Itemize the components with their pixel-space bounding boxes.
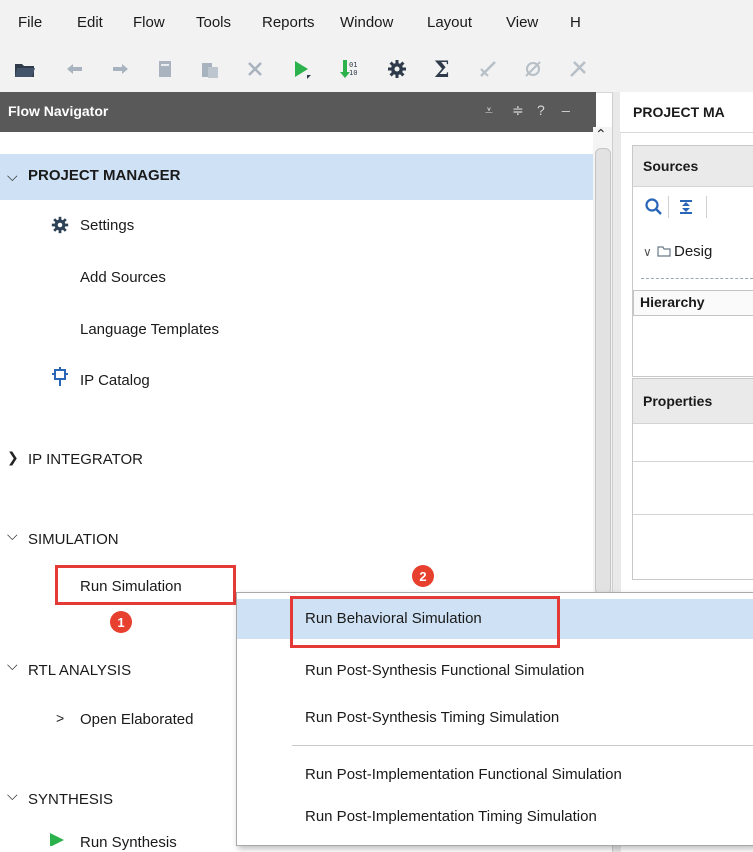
- settings-icon[interactable]: [382, 54, 412, 84]
- tree-item-design-sources[interactable]: Desig: [674, 243, 712, 260]
- open-folder-icon[interactable]: [10, 54, 40, 84]
- collapse-icon[interactable]: [678, 198, 694, 220]
- synthesis-label[interactable]: SYNTHESIS: [28, 791, 113, 808]
- program-icon[interactable]: 01 10: [333, 54, 363, 84]
- flow-navigator-header: Flow Navigator ⩡ ≑ ? _: [0, 92, 596, 132]
- nav-add-sources[interactable]: Add Sources: [80, 269, 166, 286]
- popup-item-post-synth-functional-label: Run Post-Synthesis Functional Simulation: [305, 662, 585, 679]
- callout-box-run-simulation: [55, 565, 236, 605]
- ip-integrator-label[interactable]: IP INTEGRATOR: [28, 451, 143, 468]
- expand-all-icon[interactable]: ≑: [512, 102, 524, 119]
- callout-badge-1: 1: [110, 611, 132, 633]
- properties-title: Properties: [643, 393, 713, 409]
- help-icon[interactable]: ?: [537, 102, 545, 118]
- chevron-right-icon-2[interactable]: >: [56, 710, 64, 726]
- toolbar-separator-2: [706, 196, 707, 218]
- scrollbar-thumb[interactable]: [595, 148, 611, 595]
- tab-hierarchy[interactable]: Hierarchy: [633, 290, 753, 316]
- ip-catalog-icon: [50, 366, 70, 392]
- nav-language-templates[interactable]: Language Templates: [80, 321, 219, 338]
- sources-panel: Sources ∨ Desig Hierarchy: [632, 145, 753, 377]
- popup-item-post-impl-timing[interactable]: Run Post-Implementation Timing Simulatio…: [237, 797, 753, 837]
- tree-expand-icon[interactable]: ∨: [643, 245, 652, 259]
- flow-navigator-title: Flow Navigator: [8, 103, 109, 119]
- toolbar-separator: [668, 196, 669, 218]
- properties-panel: Properties: [632, 378, 753, 580]
- menu-flow[interactable]: Flow: [133, 14, 165, 31]
- callout-box-run-behavioral: [290, 596, 560, 648]
- minimize-icon[interactable]: _: [562, 96, 570, 112]
- project-manager-title: PROJECT MA: [633, 104, 725, 120]
- menu-help[interactable]: H: [570, 14, 581, 31]
- folder-icon: [657, 244, 671, 261]
- chevron-down-icon-2[interactable]: ⌵: [7, 527, 18, 544]
- project-manager-label[interactable]: PROJECT MANAGER: [28, 167, 181, 184]
- run-synthesis-icon: [48, 832, 66, 850]
- simulation-label[interactable]: SIMULATION: [28, 531, 119, 548]
- menu-layout[interactable]: Layout: [427, 14, 472, 31]
- sum-icon[interactable]: Σ: [428, 54, 458, 84]
- popup-item-post-synth-timing[interactable]: Run Post-Synthesis Timing Simulation: [237, 698, 753, 738]
- chevron-down-icon[interactable]: ⌵: [7, 168, 18, 185]
- nav-ip-catalog[interactable]: IP Catalog: [80, 372, 150, 389]
- svg-text:Σ: Σ: [434, 58, 450, 80]
- run-icon[interactable]: [287, 54, 317, 84]
- disabled-tool-icon[interactable]: [473, 54, 503, 84]
- project-manager-header: PROJECT MA: [620, 92, 753, 133]
- menu-view[interactable]: View: [506, 14, 538, 31]
- popup-separator: [292, 745, 753, 746]
- chevron-down-icon-4[interactable]: ⌵: [7, 787, 18, 804]
- disabled-tool-icon-3[interactable]: [563, 54, 593, 84]
- menu-reports[interactable]: Reports: [262, 14, 315, 31]
- popup-item-post-synth-functional[interactable]: Run Post-Synthesis Functional Simulation: [237, 651, 753, 691]
- sources-title: Sources: [643, 158, 699, 174]
- properties-panel-header: Properties: [633, 379, 753, 424]
- popup-item-post-synth-timing-label: Run Post-Synthesis Timing Simulation: [305, 709, 560, 726]
- popup-item-post-impl-timing-label: Run Post-Implementation Timing Simulatio…: [305, 808, 597, 825]
- nav-settings[interactable]: Settings: [80, 217, 134, 234]
- tab-hierarchy-label: Hierarchy: [640, 294, 705, 310]
- popup-item-post-impl-functional-label: Run Post-Implementation Functional Simul…: [305, 766, 622, 783]
- tree-dashed-line: [641, 278, 753, 279]
- menu-file[interactable]: File: [18, 14, 42, 31]
- nav-run-synthesis[interactable]: Run Synthesis: [80, 834, 177, 851]
- rtl-analysis-label[interactable]: RTL ANALYSIS: [28, 662, 131, 679]
- popup-item-post-impl-functional[interactable]: Run Post-Implementation Functional Simul…: [237, 755, 753, 795]
- paste-icon[interactable]: [195, 54, 225, 84]
- scroll-up-icon[interactable]: ⌃: [595, 126, 607, 143]
- collapse-all-icon[interactable]: ⩡: [485, 102, 493, 119]
- delete-icon[interactable]: [240, 54, 270, 84]
- properties-row: [633, 461, 753, 515]
- svg-text:01: 01: [349, 61, 357, 69]
- sources-panel-header: Sources: [633, 146, 753, 187]
- menu-edit[interactable]: Edit: [77, 14, 103, 31]
- nav-open-elaborated[interactable]: Open Elaborated: [80, 711, 193, 728]
- search-icon[interactable]: [645, 198, 663, 220]
- undo-icon[interactable]: [60, 54, 90, 84]
- menu-bar: File Edit Flow Tools Reports Window Layo…: [0, 0, 753, 48]
- toolbar: 01 10 Σ: [0, 48, 753, 93]
- menu-window[interactable]: Window: [340, 14, 393, 31]
- callout-badge-2: 2: [412, 565, 434, 587]
- chevron-right-icon[interactable]: ❯: [7, 449, 19, 466]
- disabled-tool-icon-2[interactable]: [518, 54, 548, 84]
- menu-tools[interactable]: Tools: [196, 14, 231, 31]
- redo-icon[interactable]: [105, 54, 135, 84]
- chevron-down-icon-3[interactable]: ⌵: [7, 657, 18, 674]
- svg-text:10: 10: [349, 69, 357, 77]
- copy-icon[interactable]: [150, 54, 180, 84]
- gear-icon: [50, 215, 70, 239]
